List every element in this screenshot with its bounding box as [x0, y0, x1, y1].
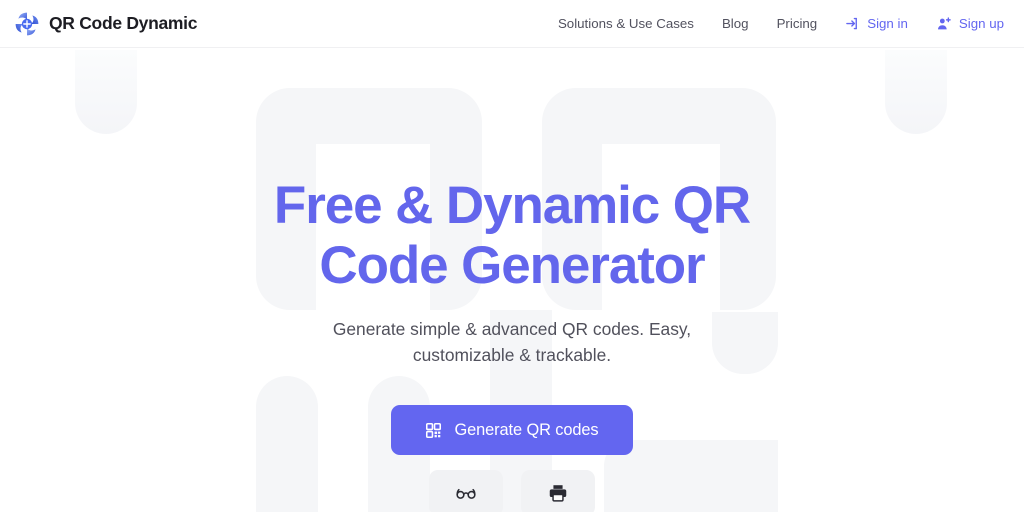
- page-subtitle: Generate simple & advanced QR codes. Eas…: [332, 318, 692, 365]
- user-plus-icon: [937, 16, 951, 29]
- glasses-icon: [456, 488, 476, 499]
- page-title: Free & Dynamic QR Code Generator: [273, 176, 751, 297]
- nav-item-solutions[interactable]: Solutions & Use Cases: [558, 16, 694, 31]
- generate-qr-codes-label: Generate QR codes: [454, 420, 599, 439]
- page-title-line-1: Free & Dynamic QR: [273, 176, 751, 235]
- brand-logo-link[interactable]: QR Code Dynamic: [14, 11, 197, 37]
- hero-section: Free & Dynamic QR Code Generator Generat…: [0, 48, 1024, 512]
- nav-item-pricing[interactable]: Pricing: [777, 16, 818, 31]
- generate-qr-codes-button[interactable]: Generate QR codes: [391, 405, 633, 456]
- page-title-line-2: Code Generator: [319, 236, 705, 296]
- qr-grid-icon: [426, 422, 442, 438]
- site-header: QR Code Dynamic Solutions & Use Cases Bl…: [0, 0, 1024, 48]
- print-qr-code-button[interactable]: [521, 470, 595, 512]
- nav-item-sign-up[interactable]: Sign up: [936, 16, 1004, 32]
- nav-item-blog[interactable]: Blog: [722, 16, 749, 31]
- cta-row: Generate QR codes: [391, 405, 633, 456]
- brand-name: QR Code Dynamic: [49, 13, 198, 33]
- nav-item-sign-in-label: Sign in: [867, 16, 908, 31]
- nav-item-sign-in[interactable]: Sign in: [845, 16, 908, 31]
- main-navigation: Solutions & Use Cases Blog Pricing Sign …: [558, 16, 1004, 32]
- printer-icon: [549, 485, 567, 502]
- scan-qr-code-button[interactable]: [429, 470, 503, 512]
- landing-page: QR Code Dynamic Solutions & Use Cases Bl…: [0, 0, 1024, 512]
- qr-pinwheel-logo-icon: [15, 12, 39, 35]
- login-icon: [846, 17, 858, 30]
- tool-row: [429, 470, 595, 512]
- nav-item-sign-up-label: Sign up: [958, 16, 1004, 31]
